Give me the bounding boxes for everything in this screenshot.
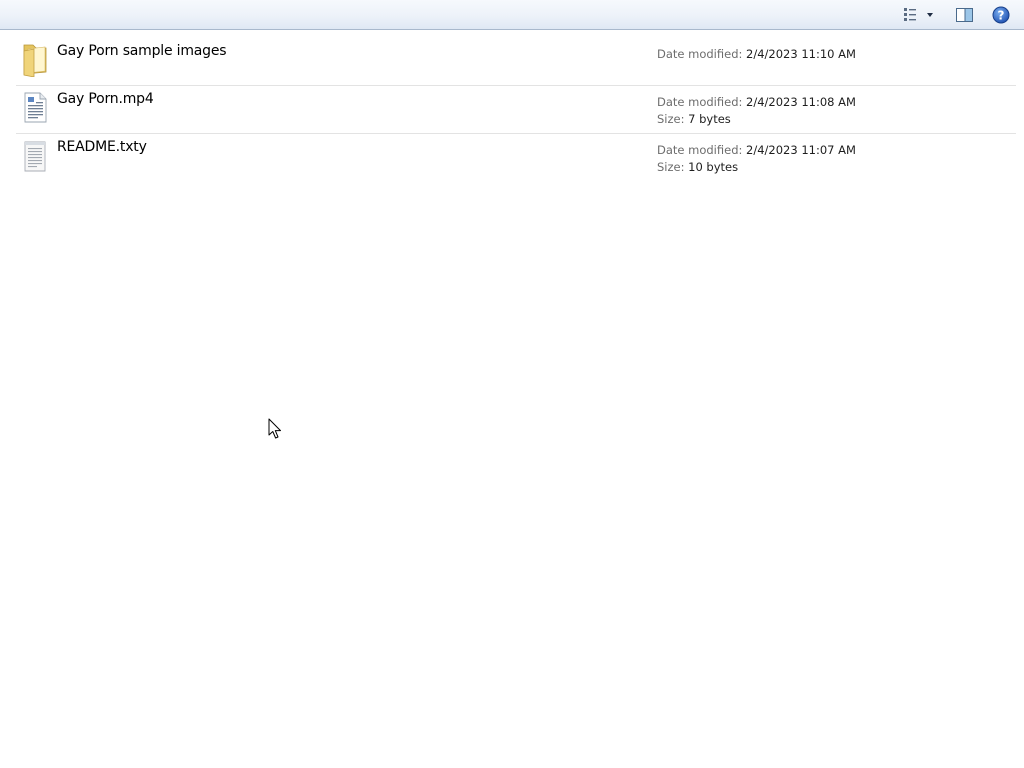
date-modified: Date modified: 2/4/2023 11:08 AM xyxy=(657,95,856,109)
date-modified-label: Date modified: xyxy=(657,95,743,109)
file-size: Size: 10 bytes xyxy=(657,160,738,174)
list-item[interactable]: README.txty Date modified: 2/4/2023 11:0… xyxy=(16,134,1016,181)
file-list: Gay Porn sample images Date modified: 2/… xyxy=(16,38,1016,181)
date-modified-label: Date modified: xyxy=(657,47,743,61)
document-icon xyxy=(24,92,47,123)
date-modified: Date modified: 2/4/2023 11:10 AM xyxy=(657,47,856,61)
help-icon: ? xyxy=(992,6,1010,24)
file-name: Gay Porn sample images xyxy=(57,43,227,59)
file-name: README.txty xyxy=(57,139,147,155)
file-size: Size: 7 bytes xyxy=(657,112,731,126)
list-item[interactable]: Gay Porn.mp4 Date modified: 2/4/2023 11:… xyxy=(16,86,1016,134)
chevron-down-icon xyxy=(927,13,933,17)
change-view-button[interactable] xyxy=(898,5,938,25)
file-name: Gay Porn.mp4 xyxy=(57,91,154,107)
list-item[interactable]: Gay Porn sample images Date modified: 2/… xyxy=(16,38,1016,86)
size-value: 10 bytes xyxy=(688,160,739,174)
preview-pane-icon xyxy=(956,8,973,22)
folder-icon xyxy=(23,44,47,77)
mouse-pointer-icon xyxy=(268,418,281,439)
size-value: 7 bytes xyxy=(688,112,731,126)
command-bar: ? xyxy=(0,0,1024,30)
views-icon xyxy=(904,8,933,21)
svg-text:?: ? xyxy=(998,9,1005,23)
text-file-icon xyxy=(24,141,46,172)
help-button[interactable]: ? xyxy=(989,5,1013,25)
date-modified-value: 2/4/2023 11:08 AM xyxy=(746,95,856,109)
size-label: Size: xyxy=(657,112,685,126)
date-modified-value: 2/4/2023 11:07 AM xyxy=(746,143,856,157)
preview-pane-button[interactable] xyxy=(953,5,977,25)
date-modified-label: Date modified: xyxy=(657,143,743,157)
date-modified-value: 2/4/2023 11:10 AM xyxy=(746,47,856,61)
date-modified: Date modified: 2/4/2023 11:07 AM xyxy=(657,143,856,157)
size-label: Size: xyxy=(657,160,685,174)
